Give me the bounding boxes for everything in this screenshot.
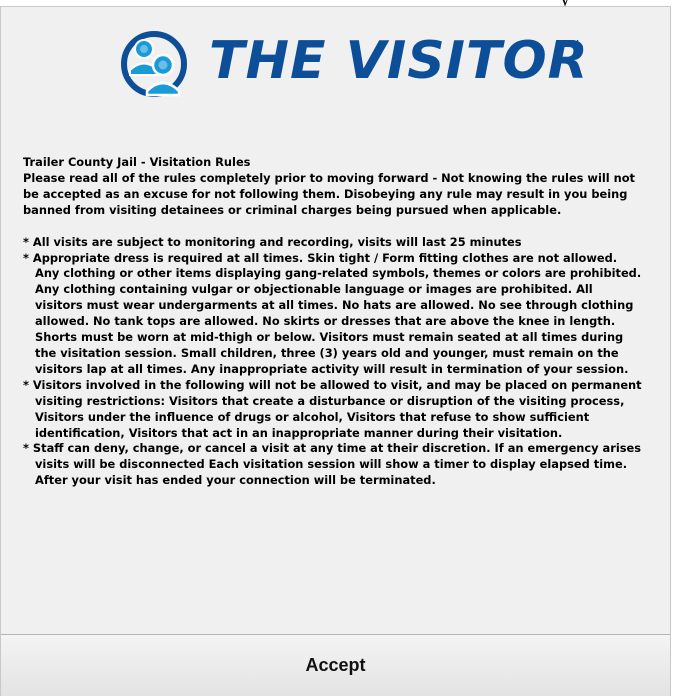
service-mark: SM [567, 39, 579, 48]
rules-title: Trailer County Jail - Visitation Rules [23, 155, 251, 169]
the-visitor-logo: THE VISITOR SM [111, 25, 591, 97]
visitor-people-icon [121, 31, 187, 97]
rule-item: * Appropriate dress is required at all t… [23, 250, 642, 376]
visitation-rules-dialog: THE VISITOR SM Trailer County Jail - Vis… [0, 6, 671, 696]
rule-item: * All visits are subject to monitoring a… [23, 234, 522, 249]
rules-list: * All visits are subject to monitoring a… [23, 235, 643, 490]
rule-item: * Visitors involved in the following wil… [23, 377, 642, 440]
rules-content: Trailer County Jail - Visitation Rules P… [23, 155, 643, 489]
rule-item: * Staff can deny, change, or cancel a vi… [23, 441, 642, 488]
rules-intro: Please read all of the rules completely … [23, 170, 636, 217]
accept-button[interactable]: Accept [1, 635, 670, 696]
dialog-footer: Accept [1, 634, 670, 696]
logo-wordmark: THE VISITOR [209, 31, 589, 91]
